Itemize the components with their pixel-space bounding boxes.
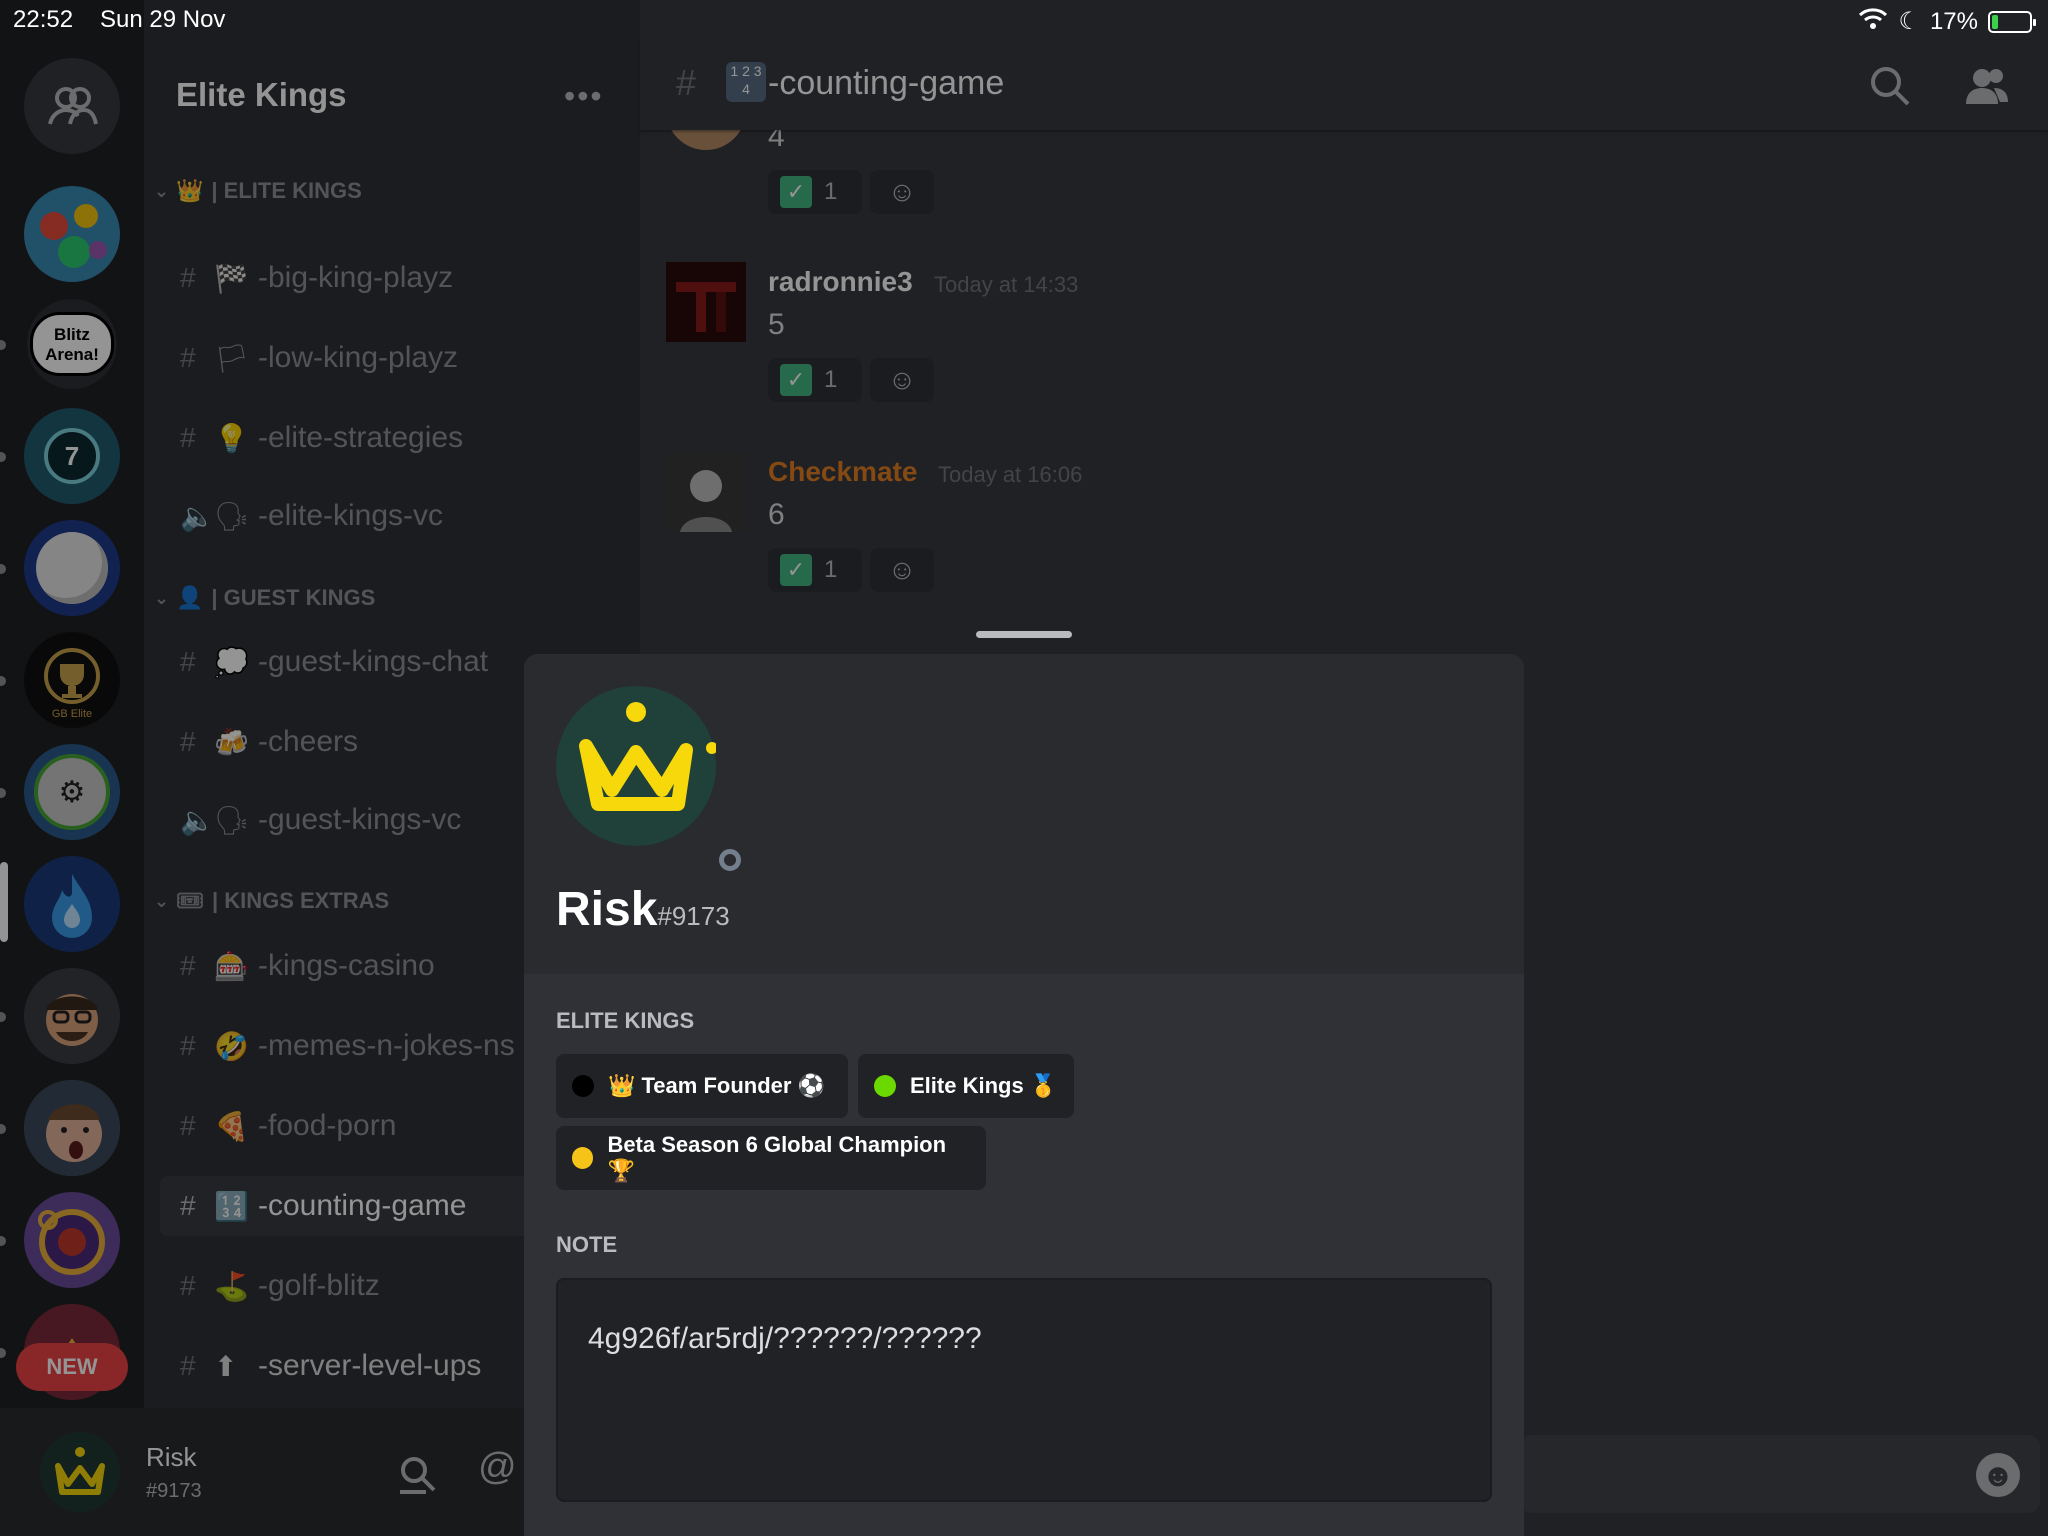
status-time: 22:52 bbox=[13, 6, 74, 33]
moon-icon: ☾ bbox=[1898, 8, 1920, 35]
status-bar: 22:52 Sun 29 Nov ☾ 17% bbox=[0, 0, 2048, 40]
note-text: 4g926f/ar5rdj/??????/?????? bbox=[588, 1322, 982, 1355]
role-color-dot bbox=[874, 1075, 896, 1097]
profile-avatar bbox=[556, 686, 748, 878]
sheet-drag-handle[interactable] bbox=[976, 631, 1072, 638]
role-team-founder[interactable]: 👑 Team Founder ⚽ bbox=[556, 1054, 848, 1118]
profile-discriminator: #9173 bbox=[657, 901, 730, 931]
profile-name-text: Risk bbox=[556, 883, 658, 936]
roles-section-label: ELITE KINGS bbox=[556, 1008, 695, 1033]
role-color-dot bbox=[572, 1147, 594, 1169]
offline-status-icon bbox=[712, 842, 748, 878]
app-root: Blitz Arena! 7 GB Elite ⚙ NEW Elite King… bbox=[0, 0, 2048, 1536]
user-profile-sheet: Risk#9173 ELITE KINGS 👑 Team Founder ⚽ E… bbox=[524, 654, 1524, 1536]
role-elite-kings[interactable]: Elite Kings 🥇 bbox=[858, 1054, 1074, 1118]
profile-header: Risk#9173 bbox=[524, 654, 1524, 974]
profile-username: Risk#9173 bbox=[556, 882, 730, 937]
note-section-label: NOTE bbox=[556, 1232, 618, 1257]
wifi-icon bbox=[1858, 6, 1888, 37]
battery-percent: 17% bbox=[1929, 7, 1978, 35]
note-input[interactable]: 4g926f/ar5rdj/??????/?????? bbox=[556, 1278, 1492, 1502]
role-label: Beta Season 6 Global Champion 🏆 bbox=[607, 1132, 947, 1183]
role-beta-season-champion[interactable]: Beta Season 6 Global Champion 🏆 bbox=[556, 1126, 986, 1190]
role-label: 👑 Team Founder ⚽ bbox=[608, 1073, 825, 1098]
role-label: Elite Kings 🥇 bbox=[910, 1073, 1058, 1098]
status-date: Sun 29 Nov bbox=[100, 6, 226, 33]
battery-icon bbox=[1988, 10, 2036, 33]
role-color-dot bbox=[572, 1075, 594, 1097]
